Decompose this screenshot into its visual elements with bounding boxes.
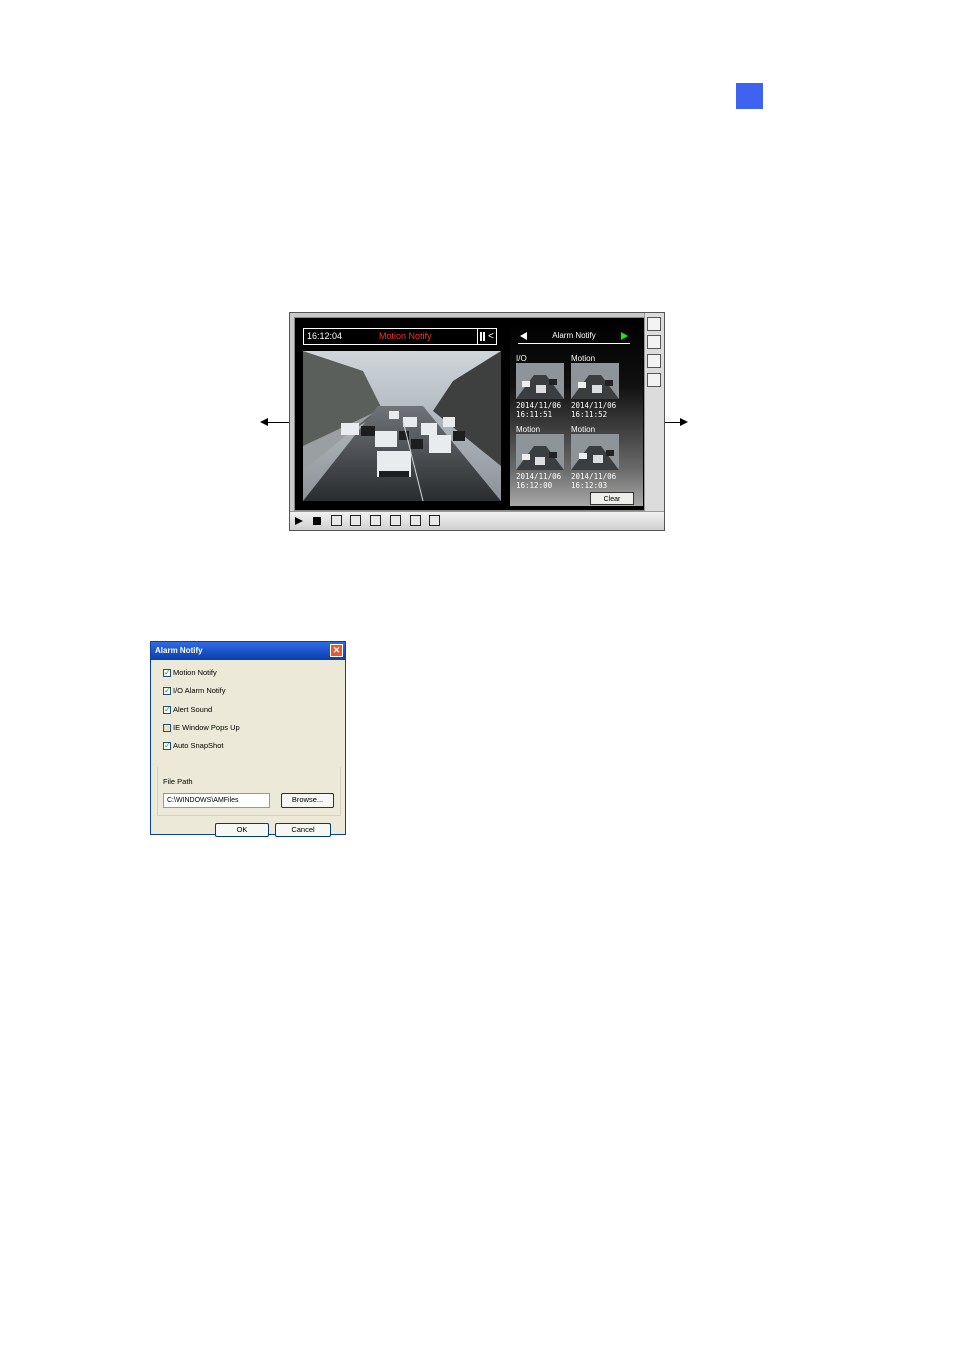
- thumbnail-date: 2014/11/06: [571, 401, 617, 410]
- thumbnail-date: 2014/11/06: [571, 472, 617, 481]
- alarm-thumbnail[interactable]: Motion 2014/11/06 16:12:00: [516, 425, 566, 490]
- thumbnail-image: [571, 363, 619, 399]
- dialog-body: Motion Notify I/O Alarm Notify Alert Sou…: [155, 663, 341, 837]
- checkbox-label: I/O Alarm Notify: [173, 686, 226, 695]
- alarm-panel-header: Alarm Notify: [518, 329, 630, 344]
- bottom-toolbar: [290, 511, 664, 530]
- thumbnail-time: 16:12:00: [516, 481, 553, 490]
- browse-button[interactable]: Browse...: [281, 793, 334, 808]
- checkbox-label: Motion Notify: [173, 668, 217, 677]
- speaker-icon: [350, 515, 361, 526]
- thumbnail-date: 2014/11/06: [516, 401, 562, 410]
- thumbnail-time: 16:11:52: [571, 410, 608, 419]
- cancel-button[interactable]: Cancel: [275, 823, 331, 837]
- live-view-panel: 16:12:04 Motion Notify < Alarm Notify I/…: [294, 317, 648, 511]
- thumbnail-time: 16:11:51: [516, 410, 553, 419]
- record-button[interactable]: [388, 514, 403, 528]
- settings-icon: [410, 515, 421, 526]
- clear-button[interactable]: Clear: [590, 492, 634, 505]
- side-toolbar: [644, 313, 664, 511]
- microphone-button[interactable]: [329, 514, 344, 528]
- next-arrow-icon[interactable]: [621, 332, 628, 340]
- play-icon: [295, 517, 303, 525]
- pause-icon[interactable]: [480, 332, 485, 341]
- dialog-titlebar: Alarm Notify ✕: [151, 642, 345, 660]
- record-icon: [390, 515, 401, 526]
- alarm-notify-dialog: Alarm Notify ✕ Motion Notify I/O Alarm N…: [150, 641, 346, 837]
- checkbox-label: Auto SnapShot: [173, 741, 224, 750]
- osd-bar: 16:12:04 Motion Notify <: [303, 328, 497, 345]
- thumbnail-date: 2014/11/06: [516, 472, 562, 481]
- dialog-title: Alarm Notify: [155, 646, 203, 655]
- stop-button[interactable]: [310, 514, 325, 528]
- osd-timestamp: 16:12:04: [307, 331, 343, 341]
- ok-button[interactable]: OK: [215, 823, 269, 837]
- alarm-thumbnail[interactable]: Motion 2014/11/06 16:11:52: [571, 354, 621, 419]
- collapse-panel-icon[interactable]: <: [488, 329, 494, 344]
- fullscreen-button[interactable]: [427, 514, 442, 528]
- live-video: [303, 351, 501, 501]
- checkbox-icon[interactable]: [163, 704, 171, 716]
- prev-arrow-icon[interactable]: [520, 332, 527, 340]
- close-icon[interactable]: ✕: [330, 644, 343, 657]
- snapshot-button[interactable]: [368, 514, 383, 528]
- alarm-settings-icon[interactable]: [647, 373, 661, 387]
- camera-icon: [370, 515, 381, 526]
- osd-status: Motion Notify: [379, 331, 432, 341]
- thumbnail-image: [571, 434, 619, 470]
- alarm-panel-title: Alarm Notify: [552, 331, 596, 340]
- network-icon[interactable]: [647, 354, 661, 368]
- checkbox-label: Alert Sound: [173, 705, 213, 714]
- file-path-label: File Path: [163, 777, 193, 786]
- speaker-button[interactable]: [348, 514, 363, 528]
- microphone-icon: [331, 515, 342, 526]
- checkbox-icon[interactable]: [163, 724, 171, 732]
- alarm-thumbnail[interactable]: I/O 2014/11/06 16:11:51: [516, 354, 566, 419]
- list-icon[interactable]: [647, 317, 661, 331]
- snapshot-group: [157, 767, 341, 816]
- thumbnail-image: [516, 363, 564, 399]
- alarm-thumbnail[interactable]: Motion 2014/11/06 16:12:03: [571, 425, 621, 490]
- thumbnail-image: [516, 434, 564, 470]
- thumbnail-type: Motion: [571, 425, 596, 434]
- file-path-input[interactable]: C:\WINDOWS\AMFiles: [163, 793, 270, 808]
- alarm-notify-panel: Alarm Notify I/O 2014/11/06 16:11:51 Mot…: [510, 322, 643, 506]
- thumbnail-type: Motion: [571, 354, 596, 363]
- play-button[interactable]: [291, 514, 306, 528]
- ptz-icon[interactable]: [647, 335, 661, 349]
- checkbox-icon[interactable]: [163, 740, 171, 752]
- stop-icon: [313, 517, 321, 525]
- checkbox-icon[interactable]: [163, 685, 171, 697]
- thumbnail-time: 16:12:03: [571, 481, 608, 490]
- thumbnail-type: I/O: [516, 354, 527, 363]
- checkbox-label: IE Window Pops Up: [173, 723, 240, 732]
- checkbox-icon[interactable]: [163, 667, 171, 679]
- chapter-mark: [736, 83, 763, 109]
- settings-button[interactable]: [408, 514, 423, 528]
- fullscreen-icon: [429, 515, 440, 526]
- thumbnail-type: Motion: [516, 425, 541, 434]
- viewer-window: 16:12:04 Motion Notify < Alarm Notify I/…: [289, 312, 665, 531]
- osd-controls: <: [477, 329, 496, 344]
